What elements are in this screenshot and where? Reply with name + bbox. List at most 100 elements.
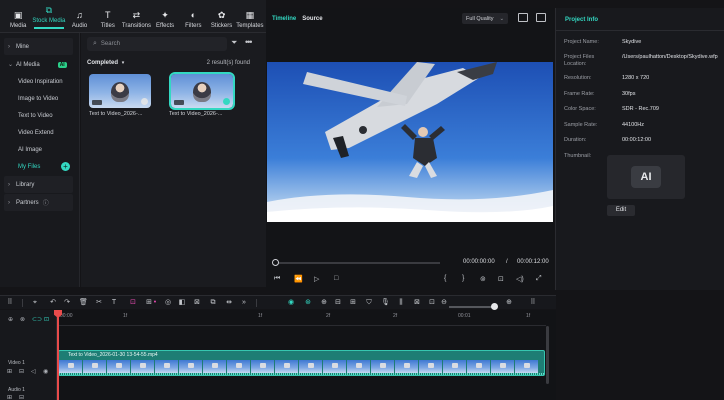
timeline-ruler[interactable]: 00:00 1f 1f 2f 2f 00:01 1f (57, 310, 546, 326)
playback-scrubber[interactable] (275, 262, 440, 264)
more-options-icon[interactable]: ••• (245, 37, 253, 47)
effects-panel-icon[interactable]: ⊠ (413, 298, 421, 307)
shield-icon[interactable]: ⛉ (365, 298, 373, 307)
edit-thumbnail-button[interactable]: Edit (607, 205, 635, 216)
keyframe-icon[interactable]: ⊕ (320, 298, 328, 307)
mark-in-icon[interactable]: { (444, 275, 446, 282)
sidebar-item-image-to-video[interactable]: Image to Video (0, 90, 79, 107)
sidebar-item-ai-media[interactable]: ⌄ AI Media AI (0, 56, 79, 73)
add-folder-icon[interactable]: + (61, 162, 70, 171)
quality-select[interactable]: Full Quality ⌄ (462, 13, 508, 24)
sidebar-item-ai-image[interactable]: AI Image (0, 141, 79, 158)
ai-badge-icon: • (153, 299, 157, 306)
select-tool-icon[interactable]: ⌖ (31, 298, 39, 307)
clip-title: Text to Video_2026-01-30 13-54-55.mp4 (68, 352, 158, 358)
tab-media[interactable]: ▣ Media (4, 10, 32, 30)
chevron-down-icon: ▾ (121, 60, 125, 66)
sidebar-item-partners[interactable]: › Partners ⓘ (4, 194, 73, 211)
add-track-icon[interactable]: ⊕ (8, 316, 13, 323)
zoom-out-icon[interactable]: ⊖ (440, 298, 448, 307)
media-thumbnail-selected[interactable] (169, 72, 235, 110)
clip-tag-icon (92, 100, 102, 105)
magnet-icon[interactable]: ⊂⊃ (32, 316, 42, 323)
media-item-label: Text to Video_2026-... (89, 111, 143, 117)
volume-icon[interactable]: ◁) (516, 275, 524, 283)
render-icon[interactable]: ⊟ (334, 298, 342, 307)
scrubber-handle[interactable] (272, 259, 279, 266)
snap-toggle-icon[interactable]: ⊡ (44, 316, 49, 323)
clip-frame (299, 360, 323, 373)
render-preview-icon[interactable]: ⊚ (480, 275, 486, 283)
prev-frame-icon[interactable]: ⏪ (294, 275, 303, 283)
tab-templates[interactable]: ▦ Templates (236, 10, 264, 30)
text-icon[interactable]: T (110, 298, 118, 307)
play-icon[interactable]: ▷ (314, 275, 319, 283)
snapshot-icon[interactable] (518, 13, 528, 22)
track-folder-icon[interactable]: ⊟ (19, 368, 24, 375)
more-tools-icon[interactable]: » (240, 298, 248, 307)
mark-out-icon[interactable]: } (462, 275, 464, 282)
sidebar-item-my-files[interactable]: My Files + (0, 158, 79, 175)
timeline-scrollbar[interactable] (546, 326, 549, 384)
grid-icon[interactable]: ⠿ (6, 298, 14, 307)
zoom-in-icon[interactable]: ⊕ (505, 298, 513, 307)
track-lock-icon[interactable]: ⊞ (7, 368, 12, 375)
track-visible-icon[interactable]: ◉ (43, 368, 48, 375)
display-settings-icon[interactable] (536, 13, 546, 22)
zoom-slider-handle[interactable] (491, 303, 498, 310)
clip-frame (347, 360, 371, 373)
link-icon[interactable]: ⊗ (20, 316, 25, 323)
select-icon[interactable] (141, 98, 148, 105)
video-clip[interactable]: Text to Video_2026-01-30 13-54-55.mp4 (58, 350, 545, 376)
ruler-tick-label: 1f (258, 313, 263, 319)
field-label: Project Files Location: (564, 54, 595, 67)
split-icon[interactable]: ⇹ (225, 298, 233, 307)
track-mute-icon[interactable]: ◁ (31, 368, 36, 375)
tab-effects[interactable]: ✦ Effects (151, 10, 179, 30)
marker-icon[interactable]: ⊞ (349, 298, 357, 307)
sidebar-item-library[interactable]: › Library (4, 176, 73, 193)
sidebar-item-video-extend[interactable]: Video Extend (0, 124, 79, 141)
ai-tool-icon[interactable]: ⊡ (129, 298, 137, 307)
redo-icon[interactable]: ↷ (63, 298, 71, 307)
audio-mixer-icon[interactable]: ⫼ (397, 298, 405, 307)
sidebar-item-text-to-video[interactable]: Text to Video (0, 107, 79, 124)
filter-icon[interactable]: ⏷ (231, 38, 237, 48)
sidebar-item-mine[interactable]: › Mine (4, 38, 73, 55)
stop-icon[interactable]: □ (334, 275, 338, 282)
timeline-settings-icon[interactable]: ⠿ (529, 298, 537, 307)
completed-dropdown[interactable]: Completed ▾ (87, 60, 124, 66)
tab-stickers[interactable]: ✿ Stickers (207, 10, 235, 30)
color-icon[interactable]: ◧ (178, 298, 186, 307)
video-preview[interactable] (267, 62, 553, 222)
freeze-frame-icon[interactable]: ⊠ (193, 298, 201, 307)
step-back-icon[interactable]: ⏮ (274, 275, 280, 283)
tab-transitions[interactable]: ⇄ Transitions (122, 10, 151, 30)
selected-check-icon[interactable] (223, 98, 230, 105)
project-info-title: Project Info (565, 17, 599, 23)
undo-icon[interactable]: ↶ (49, 298, 57, 307)
delete-icon[interactable]: 🗑 (79, 298, 88, 307)
microphone-icon[interactable]: 🎙 (381, 298, 390, 307)
fullscreen-icon[interactable]: ⤢ (536, 275, 542, 283)
search-input[interactable]: ⌕ Search (87, 37, 227, 51)
tab-timeline[interactable]: Timeline (272, 16, 296, 22)
cut-icon[interactable]: ✂ (95, 298, 103, 307)
ai-copilot-icon[interactable]: ◉ (287, 298, 295, 307)
tab-audio[interactable]: ♫ Audio (65, 10, 93, 30)
tab-titles[interactable]: T Titles (94, 10, 122, 30)
speed-icon[interactable]: ◎ (164, 298, 172, 307)
auto-highlight-icon[interactable]: ⊛ (304, 298, 312, 307)
sidebar-item-video-inspiration[interactable]: Video Inspiration (0, 73, 79, 90)
zoom-slider[interactable] (449, 306, 495, 308)
tab-source[interactable]: Source (302, 16, 322, 22)
playhead[interactable] (57, 310, 59, 400)
audio-folder-icon[interactable]: ⊟ (19, 394, 24, 400)
snap-icon[interactable]: ⊡ (428, 298, 436, 307)
snapshot-camera-icon[interactable]: ⊡ (498, 275, 504, 283)
media-thumbnail[interactable] (89, 74, 151, 108)
tab-stock-media[interactable]: ⧉ Stock Media (32, 5, 65, 29)
tab-filters[interactable]: ◐ Filters (179, 10, 207, 30)
detach-icon[interactable]: ⧉ (209, 298, 217, 307)
audio-lock-icon[interactable]: ⊞ (7, 394, 12, 400)
